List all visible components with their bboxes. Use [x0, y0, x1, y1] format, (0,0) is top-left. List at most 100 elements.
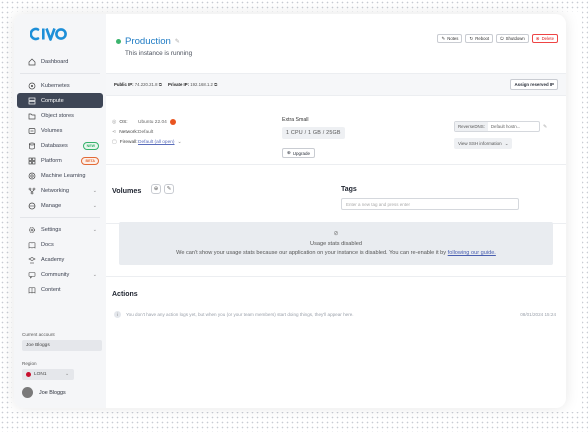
globe-icon	[28, 202, 36, 210]
civo-logo[interactable]	[29, 27, 68, 46]
divider	[20, 73, 100, 74]
sidebar-item-label: Compute	[41, 97, 64, 104]
account-selector[interactable]: Joe Bloggs	[22, 340, 102, 351]
divider	[106, 276, 566, 277]
sidebar-item-platform[interactable]: Platform BETA	[17, 153, 103, 168]
copy-icon[interactable]: ⧉	[159, 82, 162, 87]
reboot-button[interactable]: ↻ Reboot	[465, 34, 494, 43]
academy-icon	[28, 256, 36, 264]
instance-status: This instance is running	[125, 50, 193, 57]
private-ip-value: 192.168.1.2	[190, 82, 213, 87]
chevron-down-icon: ⌄	[64, 372, 69, 377]
info-icon: i	[114, 311, 121, 318]
sidebar-item-volumes[interactable]: Volumes	[17, 123, 103, 138]
sidebar-item-label: Object stores	[41, 112, 74, 119]
firewall-label: Firewall:	[119, 139, 138, 145]
usage-title: Usage stats disabled	[310, 241, 362, 247]
sidebar-item-label: Machine Learning	[41, 172, 86, 179]
sidebar-item-databases[interactable]: Databases NEW	[17, 138, 103, 153]
action-date: 08/01/2024 15:24	[520, 312, 556, 317]
sidebar-item-label: Networking	[41, 187, 69, 194]
reboot-label: Reboot	[475, 36, 490, 41]
assign-reserved-ip-button[interactable]: Assign reserved IP	[510, 79, 558, 90]
chevron-down-icon[interactable]: ⌄	[178, 140, 182, 145]
sidebar-item-community[interactable]: Community ⌄	[17, 267, 103, 282]
sidebar-item-manage[interactable]: Manage ⌄	[17, 198, 103, 213]
disabled-icon: ⊘	[333, 231, 339, 237]
pencil-icon[interactable]: ✎	[543, 124, 547, 130]
sidebar-item-label: Community	[41, 271, 70, 278]
tag-input[interactable]: Enter a new tag and press enter	[341, 198, 519, 210]
sidebar-item-label: Kubernetes	[41, 82, 70, 89]
upgrade-icon: ⊕	[287, 150, 291, 155]
share-icon: ⋖	[112, 129, 117, 135]
add-volume-button[interactable]: ⊕	[151, 184, 161, 194]
plus-icon: ⊕	[153, 186, 159, 192]
sidebar-item-label: Dashboard	[41, 58, 69, 65]
sidebar-item-networking[interactable]: Networking ⌄	[17, 183, 103, 198]
upgrade-button[interactable]: ⊕ Upgrade	[282, 148, 316, 158]
sidebar-item-kubernetes[interactable]: Kubernetes	[17, 78, 103, 93]
chevron-down-icon: ⌄	[92, 226, 97, 233]
shutdown-button[interactable]: ⏻ Shutdown	[496, 34, 529, 43]
os-label: OS:	[119, 119, 128, 125]
sidebar-item-academy[interactable]: Academy	[17, 252, 103, 267]
sidebar: Dashboard Kubernetes Compute Object stor…	[14, 14, 106, 408]
sidebar-item-dashboard[interactable]: Dashboard	[17, 54, 103, 69]
book-icon	[28, 241, 36, 249]
action-log-row: i You don't have any action logs yet, bu…	[114, 311, 556, 318]
usage-message-text: We can't show your usage stats because o…	[176, 250, 447, 256]
book-open-icon	[28, 286, 36, 294]
private-ip-label: Private IP:	[168, 82, 190, 87]
disc-icon: ◎	[112, 119, 117, 125]
pencil-icon: ✎	[166, 186, 172, 192]
avatar	[22, 387, 33, 398]
ssh-label: View SSH information	[458, 141, 502, 146]
chevron-down-icon: ⌄	[504, 140, 509, 146]
instance-name: Production	[125, 36, 171, 47]
pencil-icon[interactable]: ✎	[175, 38, 180, 45]
view-ssh-button[interactable]: View SSH information ⌄	[454, 138, 513, 149]
region-selector[interactable]: LON1 ⌄	[22, 369, 74, 380]
public-ip: Public IP: 74.220.21.8 ⧉	[114, 82, 162, 87]
sidebar-item-object-stores[interactable]: Object stores	[17, 108, 103, 123]
divider	[20, 217, 100, 218]
gear-icon	[28, 226, 36, 234]
sidebar-item-machine-learning[interactable]: Machine Learning	[17, 168, 103, 183]
sidebar-item-docs[interactable]: Docs	[17, 237, 103, 252]
user-name: Joe Bloggs	[39, 389, 66, 396]
reverse-dns-field[interactable]: ReverseDNS: Default hostn...	[454, 121, 540, 132]
os-value: Ubuntu 22.04	[138, 119, 167, 125]
page-title: Production ✎	[116, 36, 180, 47]
firewall-row: ▢ Firewall: Default (all open) ⌄	[112, 139, 182, 145]
notes-button[interactable]: ✎ Notes	[437, 34, 463, 43]
account-label: Current account	[22, 332, 55, 337]
app-window: Dashboard Kubernetes Compute Object stor…	[14, 14, 566, 408]
chevron-down-icon: ⌄	[92, 271, 97, 278]
region-value: LON1	[34, 372, 47, 377]
copy-icon[interactable]: ⧉	[214, 82, 217, 87]
guide-link[interactable]: following our guide.	[448, 250, 496, 256]
chevron-down-icon: ⌄	[92, 187, 97, 194]
chat-icon	[28, 271, 36, 279]
sidebar-item-label: Manage	[41, 202, 62, 209]
action-empty-message: You don't have any action logs yet, but …	[126, 312, 354, 317]
delete-button[interactable]: ⊗ Delete	[531, 34, 558, 43]
public-ip-label: Public IP:	[114, 82, 134, 87]
grid-icon	[28, 157, 36, 165]
shutdown-label: Shutdown	[505, 36, 525, 41]
edit-volume-button[interactable]: ✎	[164, 184, 174, 194]
header-actions: ✎ Notes ↻ Reboot ⏻ Shutdown ⊗ Delete	[437, 34, 558, 43]
home-icon	[28, 58, 36, 66]
sidebar-item-compute[interactable]: Compute	[17, 93, 103, 108]
firewall-link[interactable]: Default (all open)	[138, 140, 175, 145]
sidebar-item-settings[interactable]: Settings ⌄	[17, 222, 103, 237]
beta-badge: BETA	[81, 156, 99, 165]
network-row: ⋖ Network: Default	[112, 129, 153, 135]
instance-spec: ◎ OS: Ubuntu 22.04 ⋖ Network: Default ▢ Firew…	[106, 97, 566, 165]
kubernetes-icon	[28, 82, 36, 90]
private-ip: Private IP: 192.168.1.2 ⧉	[168, 82, 217, 87]
user-menu[interactable]: Joe Bloggs	[22, 387, 66, 398]
sidebar-item-content[interactable]: Content	[17, 282, 103, 297]
size-detail: 1 CPU / 1 GB / 25GB	[282, 127, 345, 139]
